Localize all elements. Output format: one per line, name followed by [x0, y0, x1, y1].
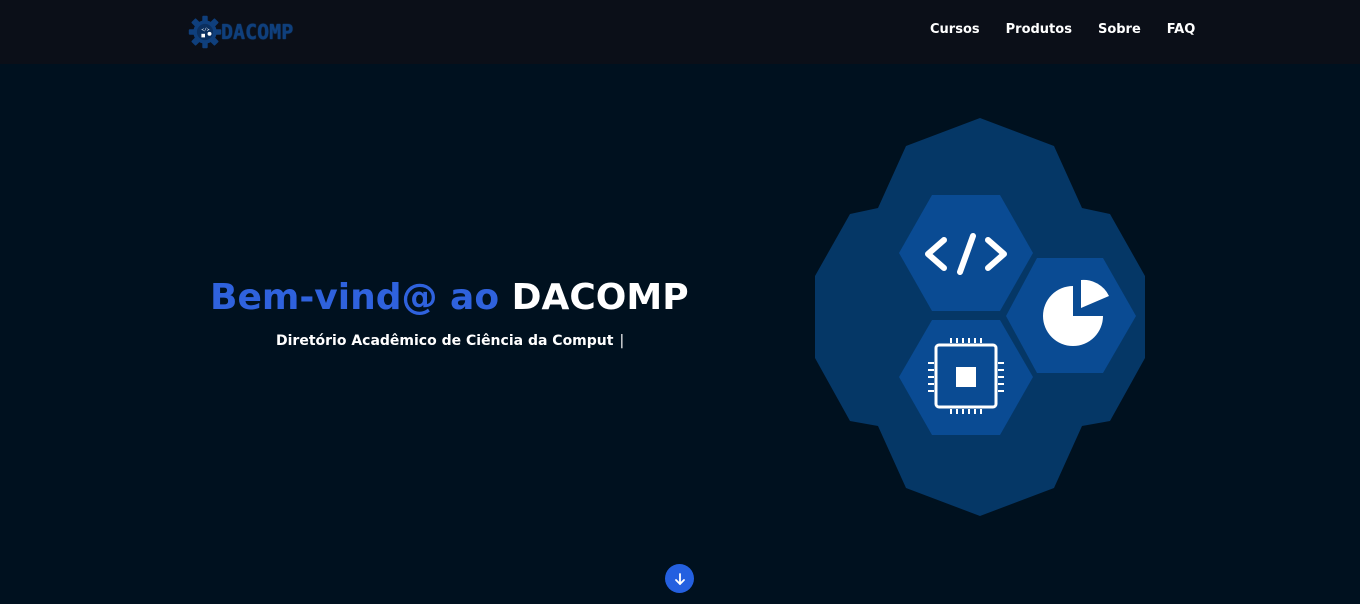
nav-link-produtos[interactable]: Produtos — [1006, 22, 1072, 42]
nav-link-faq[interactable]: FAQ — [1167, 22, 1196, 42]
logo-link[interactable]: </> DACOMP — [187, 12, 293, 52]
nav-link-sobre[interactable]: Sobre — [1098, 22, 1141, 42]
hero-subtitle: Diretório Acadêmico de Ciência da Comput… — [276, 333, 624, 349]
logo-text: DACOMP — [221, 20, 294, 44]
typing-cursor: | — [619, 333, 625, 349]
arrow-down-icon — [674, 572, 685, 585]
nav-menu: Cursos Produtos Sobre FAQ — [930, 22, 1195, 42]
hero-illustration — [815, 118, 1145, 516]
scroll-down-button[interactable] — [665, 564, 694, 593]
gear-logo-icon: </> — [188, 15, 222, 49]
hero-title-brand: DACOMP — [511, 277, 689, 318]
nav-link-cursos[interactable]: Cursos — [930, 22, 980, 42]
navbar: </> DACOMP Cursos Produtos Sobre FAQ — [0, 0, 1360, 64]
hero-title: Bem-vind@ ao DACOMP — [210, 274, 690, 322]
hero-title-greeting: Bem-vind@ ao — [210, 277, 500, 318]
hero-subtitle-text: Diretório Acadêmico de Ciência da Comput — [276, 333, 614, 349]
